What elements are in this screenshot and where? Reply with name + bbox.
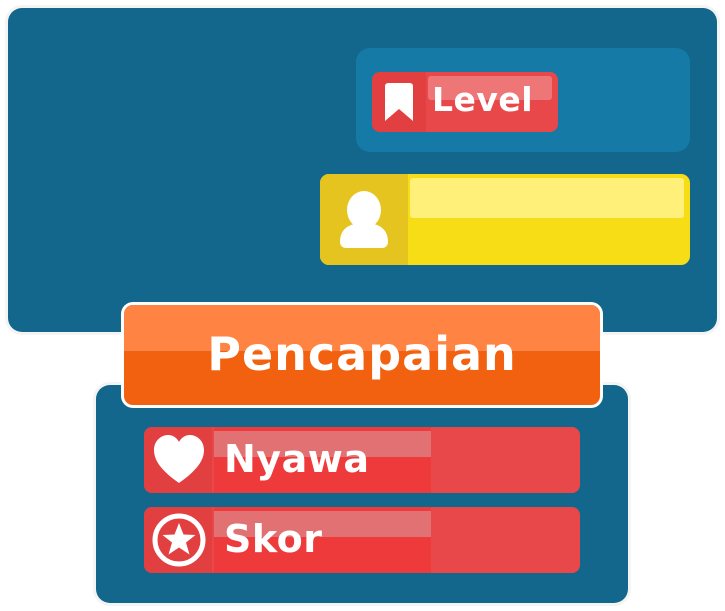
achievements-header[interactable]: Pencapaian: [124, 305, 600, 405]
lives-icon-slot: [144, 427, 212, 493]
score-label: Skor: [224, 517, 323, 561]
achievements-panel: Nyawa Skor: [96, 385, 628, 603]
level-icon-slot: [372, 72, 426, 132]
score-icon-slot: [144, 507, 212, 573]
level-badge[interactable]: Level: [372, 72, 558, 132]
player-name-bar[interactable]: [320, 174, 690, 265]
star-circle-icon: [152, 513, 206, 567]
level-label: Level: [432, 80, 534, 119]
user-avatar-icon: [340, 191, 388, 248]
lives-label: Nyawa: [224, 437, 370, 481]
stat-row-lives[interactable]: Nyawa: [144, 427, 580, 493]
stat-row-score[interactable]: Skor: [144, 507, 580, 573]
bookmark-icon: [385, 83, 413, 121]
achievements-title: Pencapaian: [207, 327, 517, 381]
heart-icon: [154, 435, 204, 483]
top-panel: Level: [8, 8, 717, 332]
player-bar-shine: [410, 178, 684, 218]
avatar-slot: [320, 174, 408, 265]
level-box: Level: [356, 48, 690, 152]
